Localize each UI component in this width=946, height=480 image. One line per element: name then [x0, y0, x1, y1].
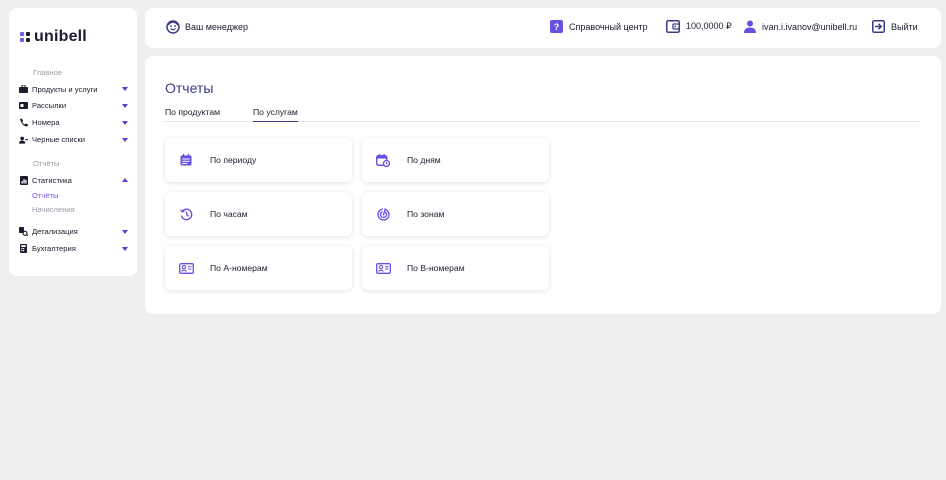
report-card-by-b-numbers[interactable]: По В-номерам [362, 246, 549, 290]
sidebar-item-details[interactable]: Детализация [9, 224, 137, 241]
sidebar-item-products[interactable]: Продукты и услуги [9, 81, 137, 98]
wallet-icon [666, 20, 680, 33]
page-title: Отчеты [165, 80, 214, 96]
sidebar-subitem-charges[interactable]: Начисления [9, 203, 137, 217]
report-card-by-period[interactable]: По периоду [165, 138, 352, 182]
report-card-by-hours[interactable]: По часам [165, 192, 352, 236]
user-icon [744, 20, 756, 33]
history-icon [178, 206, 194, 222]
logout-button[interactable]: Выйти [872, 20, 918, 33]
top-bar: Ваш менеджер ? Справочный центр 100,0000… [145, 8, 941, 48]
briefcase-icon [19, 85, 28, 94]
target-icon [375, 206, 391, 222]
detail-icon [19, 227, 28, 237]
logout-icon [872, 20, 885, 33]
sidebar: unibell Главное Продукты и услуги Рассыл… [9, 8, 137, 276]
chevron-down-icon[interactable] [122, 229, 128, 234]
smiley-icon [166, 20, 180, 34]
stats-icon [19, 175, 28, 185]
tab-by-services[interactable]: По услугам [253, 107, 298, 122]
sidebar-nav: Главное Продукты и услуги Рассылки Номер… [9, 64, 137, 257]
contact-card-icon [178, 260, 194, 276]
user-block-icon [19, 135, 28, 144]
sidebar-item-main[interactable]: Главное [9, 64, 137, 81]
calendar-clock-icon [375, 152, 391, 168]
report-card-by-days[interactable]: По дням [362, 138, 549, 182]
calendar-icon [178, 152, 194, 168]
sidebar-item-accounting[interactable]: Бухгалтерия [9, 240, 137, 257]
chevron-down-icon[interactable] [122, 103, 128, 108]
tab-by-products[interactable]: По продуктам [165, 107, 220, 122]
phone-icon [19, 118, 28, 127]
user-account[interactable]: ivan.i.ivanov@unibell.ru [744, 20, 857, 33]
mail-icon [19, 101, 28, 110]
logo-text: unibell [34, 28, 87, 45]
svg-text:?: ? [554, 22, 560, 32]
tabs: По продуктам По услугам [165, 107, 920, 122]
reports-panel: Отчеты По продуктам По услугам По период… [145, 56, 941, 314]
help-center-link[interactable]: ? Справочный центр [550, 20, 648, 33]
sidebar-section-reports[interactable]: Отчёты [9, 155, 137, 172]
chevron-up-icon[interactable] [122, 178, 128, 183]
report-card-by-a-numbers[interactable]: По А-номерам [165, 246, 352, 290]
sidebar-subitem-reports[interactable]: Отчёты [9, 189, 137, 203]
sidebar-item-mailings[interactable]: Рассылки [9, 98, 137, 115]
logo-mark-icon [20, 32, 30, 42]
chevron-down-icon[interactable] [122, 246, 128, 251]
help-icon: ? [550, 20, 563, 33]
chevron-down-icon[interactable] [122, 87, 128, 92]
manager-button[interactable]: Ваш менеджер [166, 20, 248, 34]
chevron-down-icon[interactable] [122, 120, 128, 125]
logo[interactable]: unibell [20, 28, 87, 46]
sidebar-item-blacklists[interactable]: Черные списки [9, 131, 137, 148]
chevron-down-icon[interactable] [122, 137, 128, 142]
contact-card-icon [375, 260, 391, 276]
report-card-by-zones[interactable]: По зонам [362, 192, 549, 236]
accounting-icon [19, 244, 28, 254]
sidebar-item-statistics[interactable]: Статистика [9, 172, 137, 189]
balance[interactable]: 100,0000 ₽ [666, 20, 732, 33]
sidebar-item-numbers[interactable]: Номера [9, 114, 137, 131]
